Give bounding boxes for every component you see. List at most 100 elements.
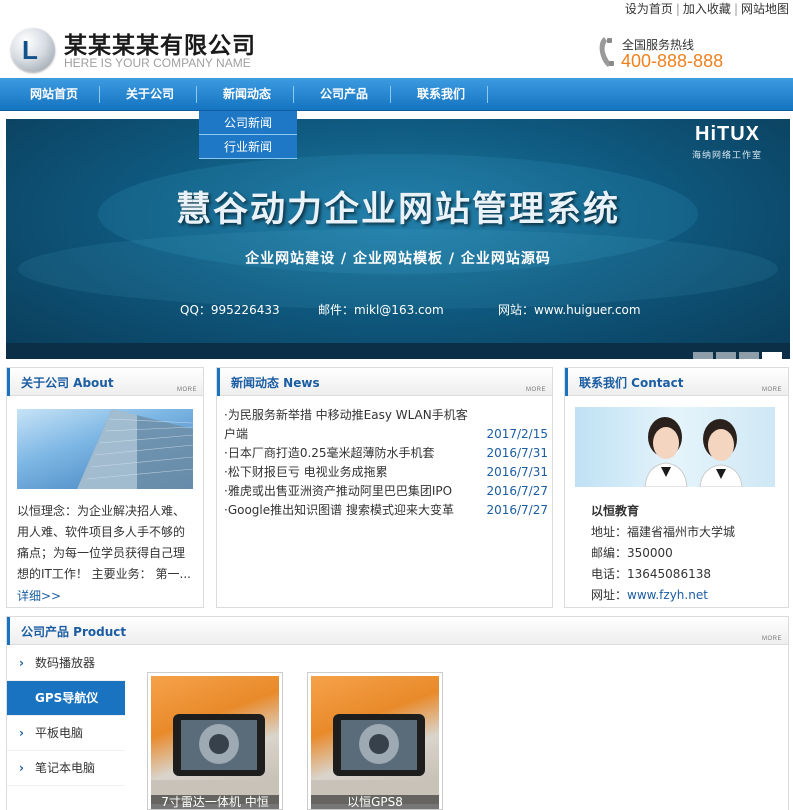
chevron-right-icon: › (19, 726, 24, 740)
nav-contact[interactable]: 联系我们 (417, 78, 465, 111)
nav-divider (293, 86, 294, 103)
phone-icon (599, 37, 614, 67)
banner-brand-logo: HiTUX (695, 123, 760, 145)
product-category-list: › 数码播放器 GPS导航仪 › 平板电脑 › 笔记本电脑 (7, 646, 125, 786)
header-accent-bar (217, 368, 220, 396)
banner-qq: QQ：995226433 (180, 303, 280, 317)
category-item[interactable]: › 平板电脑 (7, 716, 125, 751)
slider-dots (690, 348, 782, 359)
hero-banner[interactable]: HiTUX 海纳网络工作室 慧谷动力企业网站管理系统 企业网站建设 / 企业网站… (6, 119, 790, 359)
products-more-link[interactable]: MORE (762, 636, 782, 642)
contact-website-label: 网址： (591, 588, 628, 602)
product-card[interactable]: 以恒GPS8 (307, 672, 443, 810)
news-item-date: 2017/2/15 (486, 427, 548, 441)
category-item[interactable]: › 数码播放器 (7, 646, 125, 681)
gps-device-illustration (311, 714, 439, 804)
header-accent-bar (7, 617, 10, 645)
about-panel-title: 关于公司 About (21, 376, 114, 390)
slider-dot-active[interactable] (762, 352, 782, 359)
contact-panel-title: 联系我们 Contact (579, 376, 684, 390)
products-panel-title: 公司产品 Product (21, 625, 127, 639)
news-panel-header: 新闻动态 News MORE (217, 368, 552, 396)
company-name: 某某某某有限公司 (64, 33, 256, 59)
nav-about[interactable]: 关于公司 (126, 78, 174, 111)
contact-postcode: 邮编：350000 (591, 546, 673, 560)
news-dropdown-menu: 公司新闻 行业新闻 (199, 111, 297, 159)
product-card[interactable]: 7寸雷达一体机 中恒 (147, 672, 283, 810)
banner-title: 慧谷动力企业网站管理系统 (175, 190, 620, 230)
category-item-active[interactable]: GPS导航仪 (7, 681, 125, 716)
top-links: 设为首页 | 加入收藏 | 网站地图 (625, 0, 789, 18)
nav-divider (487, 86, 488, 103)
news-panel: 新闻动态 News MORE ·为民服务新举措 中移动推Easy WLAN手机客… (216, 367, 553, 608)
contact-website-link[interactable]: www.fzyh.net (627, 588, 708, 602)
news-item[interactable]: ·为民服务新举措 中移动推Easy WLAN手机客户端 2017/2/15 (224, 406, 548, 444)
slider-dot[interactable] (693, 352, 713, 359)
banner-light-rays (18, 154, 778, 309)
news-item[interactable]: ·日本厂商打造0.25毫米超薄防水手机套 2016/7/31 (224, 444, 548, 463)
banner-subtitle: 企业网站建设 / 企业网站模板 / 企业网站源码 (245, 251, 551, 267)
news-item-date: 2016/7/31 (486, 446, 548, 460)
sitemap-link[interactable]: 网站地图 (741, 2, 789, 16)
contact-company-name: 以恒教育 (591, 504, 640, 518)
about-more-link[interactable]: MORE (177, 387, 197, 393)
news-item-title[interactable]: ·日本厂商打造0.25毫米超薄防水手机套 (224, 444, 476, 463)
news-item-title[interactable]: ·Google推出知识图谱 搜索模式迎来大变革 (224, 501, 476, 520)
contact-info: 以恒教育 地址：福建省福州市大学城 邮编：350000 电话：136450861… (591, 501, 735, 606)
banner-website: 网站：www.huiguer.com (498, 303, 641, 317)
building-image (17, 409, 193, 489)
dropdown-industry-news[interactable]: 行业新闻 (199, 135, 297, 159)
header-accent-bar (565, 368, 568, 396)
logo-letter-icon: L (22, 35, 38, 65)
gps-device-illustration (151, 714, 279, 804)
news-item-title[interactable]: ·雅虎或出售亚洲资产推动阿里巴巴集团IPO (224, 482, 476, 501)
dropdown-company-news[interactable]: 公司新闻 (199, 111, 297, 135)
news-more-link[interactable]: MORE (526, 387, 546, 393)
site-header: L 某某某某有限公司 HERE IS YOUR COMPANY NAME 全国服… (0, 18, 793, 78)
contact-address: 地址：福建省福州市大学城 (591, 525, 736, 539)
customer-service-image (575, 407, 775, 487)
news-list: ·为民服务新举措 中移动推Easy WLAN手机客户端 2017/2/15 ·日… (224, 406, 548, 520)
building-illustration (77, 409, 193, 489)
category-item[interactable]: › 笔记本电脑 (7, 751, 125, 786)
chevron-right-icon: › (19, 656, 24, 670)
news-item-date: 2016/7/27 (486, 484, 548, 498)
contact-website-row: 网址：www.fzyh.net (591, 585, 735, 606)
product-caption[interactable]: 7寸雷达一体机 中恒 (151, 795, 279, 809)
news-item-date: 2016/7/27 (486, 503, 548, 517)
nav-products[interactable]: 公司产品 (320, 78, 368, 111)
service-agents-illustration (644, 417, 743, 487)
gps-device-image (151, 676, 279, 804)
about-panel: 关于公司 About MORE 以恒理念：为企业解决招人难、用人难、软件项目多人… (6, 367, 204, 608)
nav-news[interactable]: 新闻动态 (223, 78, 271, 111)
contact-panel-header: 联系我们 Contact MORE (565, 368, 788, 396)
nav-home[interactable]: 网站首页 (30, 78, 78, 111)
slider-dot[interactable] (739, 352, 759, 359)
nav-divider (99, 86, 100, 103)
news-item[interactable]: ·雅虎或出售亚洲资产推动阿里巴巴集团IPO 2016/7/27 (224, 482, 548, 501)
gps-device-image (311, 676, 439, 804)
slider-dot[interactable] (716, 352, 736, 359)
products-panel-header: 公司产品 Product MORE (7, 617, 788, 645)
contact-phone: 电话：13645086138 (591, 567, 711, 581)
news-item[interactable]: ·松下财报巨亏 电视业务成拖累 2016/7/31 (224, 463, 548, 482)
contact-panel: 联系我们 Contact MORE 以恒教育 地址：福建省福州市大学城 邮编：3… (564, 367, 789, 608)
add-favorite-link[interactable]: 加入收藏 (683, 2, 731, 16)
about-description: 以恒理念：为企业解决招人难、用人难、软件项目多人手不够的痛点；为每一位学员获得自… (17, 504, 191, 581)
main-nav: 网站首页 关于公司 新闻动态 公司产品 联系我们 (0, 78, 793, 111)
chevron-right-icon: › (19, 761, 24, 775)
set-homepage-link[interactable]: 设为首页 (625, 2, 673, 16)
separator: | (733, 2, 738, 16)
about-detail-link[interactable]: 详细>> (17, 587, 61, 604)
category-label: 平板电脑 (35, 726, 84, 740)
category-label: 笔记本电脑 (35, 761, 96, 775)
company-logo[interactable]: L (11, 28, 55, 72)
news-item-title[interactable]: ·为民服务新举措 中移动推Easy WLAN手机客户端 (224, 406, 476, 444)
banner-email: 邮件：mikl@163.com (318, 303, 444, 317)
news-item-title[interactable]: ·松下财报巨亏 电视业务成拖累 (224, 463, 476, 482)
contact-more-link[interactable]: MORE (762, 387, 782, 393)
product-caption[interactable]: 以恒GPS8 (311, 795, 439, 809)
nav-divider (390, 86, 391, 103)
about-panel-header: 关于公司 About MORE (7, 368, 203, 396)
news-item[interactable]: ·Google推出知识图谱 搜索模式迎来大变革 2016/7/27 (224, 501, 548, 520)
